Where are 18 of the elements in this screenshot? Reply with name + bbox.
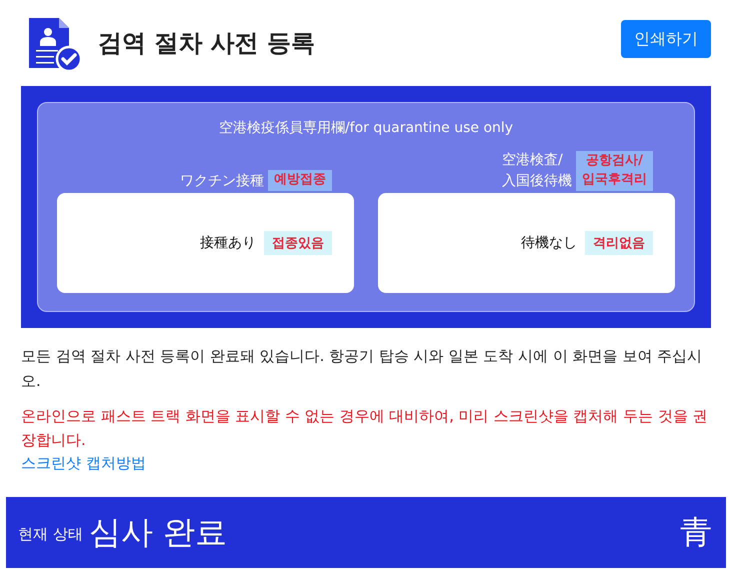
panel-heading: 空港検疫係員専用欄/for quarantine use only <box>218 119 514 137</box>
section-label: ワクチン接種 <box>180 172 264 191</box>
status-text: 심사 완료 <box>88 512 228 552</box>
result-tag: 격리없음 <box>585 231 653 255</box>
status-caption: 현재 상태 <box>18 525 83 544</box>
result-text: 接種あり <box>200 234 256 252</box>
result-tag: 접종있음 <box>264 231 332 255</box>
print-button[interactable]: 인쇄하기 <box>621 20 711 58</box>
result-text: 待機なし <box>521 234 577 252</box>
screenshot-help-link[interactable]: 스크린샷 캡처방법 <box>21 454 146 473</box>
warning-text: 온라인으로 패스트 트랙 화면을 표시할 수 없는 경우에 대비하여, 미리 스크린샷을 캡처해 두는 것을 권장합니다. <box>21 406 709 452</box>
section-tag: 예방접종 <box>268 170 332 191</box>
document-check-icon <box>27 16 83 72</box>
page-title: 검역 절차 사전 등록 <box>98 28 316 59</box>
section-label: 空港検査/ 入国後待機 <box>502 151 572 191</box>
section-tag: 공항검사/ 입국후격리 <box>576 151 653 191</box>
status-letter: 青 <box>680 512 712 552</box>
notice-text: 모든 검역 절차 사전 등록이 완료돼 있습니다. 항공기 탑승 시와 일본 도착 시에 이 화면을 보여 주십시오. <box>21 346 704 392</box>
